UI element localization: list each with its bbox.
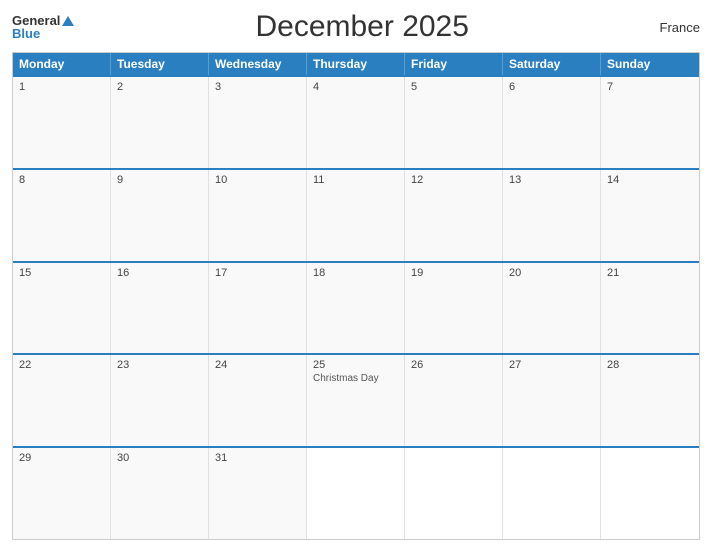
day-29: 29 — [13, 448, 111, 539]
day-6: 6 — [503, 77, 601, 168]
week-1: 1 2 3 4 5 6 7 — [13, 75, 699, 168]
day-25: 25 Christmas Day — [307, 355, 405, 446]
day-23: 23 — [111, 355, 209, 446]
day-empty-1 — [307, 448, 405, 539]
calendar-body: 1 2 3 4 5 6 7 8 9 10 11 12 13 14 15 — [13, 75, 699, 539]
week-2: 8 9 10 11 12 13 14 — [13, 168, 699, 261]
day-1: 1 — [13, 77, 111, 168]
header-saturday: Saturday — [503, 53, 601, 75]
day-15: 15 — [13, 263, 111, 354]
logo: General Blue — [12, 14, 74, 40]
day-3: 3 — [209, 77, 307, 168]
day-8: 8 — [13, 170, 111, 261]
day-11: 11 — [307, 170, 405, 261]
day-2: 2 — [111, 77, 209, 168]
day-22: 22 — [13, 355, 111, 446]
header-sunday: Sunday — [601, 53, 699, 75]
calendar-grid: Monday Tuesday Wednesday Thursday Friday… — [12, 52, 700, 540]
day-4: 4 — [307, 77, 405, 168]
day-empty-2 — [405, 448, 503, 539]
day-10: 10 — [209, 170, 307, 261]
day-24: 24 — [209, 355, 307, 446]
day-13: 13 — [503, 170, 601, 261]
day-20: 20 — [503, 263, 601, 354]
day-30: 30 — [111, 448, 209, 539]
day-18: 18 — [307, 263, 405, 354]
header-monday: Monday — [13, 53, 111, 75]
day-7: 7 — [601, 77, 699, 168]
day-27: 27 — [503, 355, 601, 446]
day-12: 12 — [405, 170, 503, 261]
week-5: 29 30 31 — [13, 446, 699, 539]
logo-triangle-icon — [62, 16, 74, 26]
day-26: 26 — [405, 355, 503, 446]
day-28: 28 — [601, 355, 699, 446]
header-friday: Friday — [405, 53, 503, 75]
calendar-page: General Blue December 2025 France Monday… — [0, 0, 712, 550]
logo-blue-text: Blue — [12, 27, 40, 40]
day-5: 5 — [405, 77, 503, 168]
header-wednesday: Wednesday — [209, 53, 307, 75]
day-14: 14 — [601, 170, 699, 261]
day-31: 31 — [209, 448, 307, 539]
day-empty-3 — [503, 448, 601, 539]
day-16: 16 — [111, 263, 209, 354]
week-3: 15 16 17 18 19 20 21 — [13, 261, 699, 354]
day-9: 9 — [111, 170, 209, 261]
header-thursday: Thursday — [307, 53, 405, 75]
country-label: France — [650, 20, 700, 35]
page-title: December 2025 — [74, 10, 650, 44]
calendar-header: Monday Tuesday Wednesday Thursday Friday… — [13, 53, 699, 75]
day-17: 17 — [209, 263, 307, 354]
page-header: General Blue December 2025 France — [12, 10, 700, 44]
week-4: 22 23 24 25 Christmas Day 26 27 28 — [13, 353, 699, 446]
day-empty-4 — [601, 448, 699, 539]
day-19: 19 — [405, 263, 503, 354]
day-21: 21 — [601, 263, 699, 354]
header-tuesday: Tuesday — [111, 53, 209, 75]
